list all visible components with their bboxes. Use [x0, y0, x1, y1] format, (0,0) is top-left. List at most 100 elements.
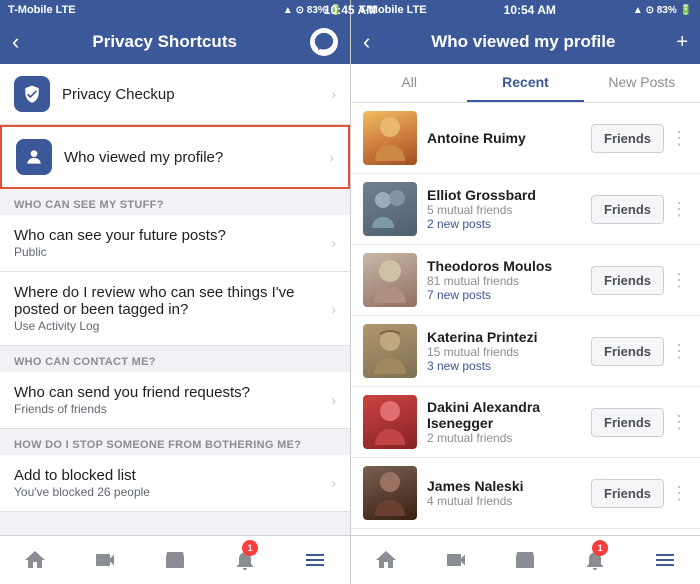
- back-button-left[interactable]: ‹: [12, 29, 19, 55]
- person-icon: [24, 147, 44, 167]
- marketplace-icon-left: [163, 548, 187, 572]
- tab-notifications-left[interactable]: 1: [210, 536, 280, 584]
- status-bar-left: T-Mobile LTE 10:45 AM ▲ ⊙ 83% 🔋: [0, 0, 350, 20]
- review-tagged-item[interactable]: Where do I review who can see things I'v…: [0, 272, 350, 346]
- profile-item-antoine: Antoine Ruimy Friends ⋮: [351, 103, 700, 174]
- friends-btn-antoine[interactable]: Friends: [591, 124, 664, 153]
- profile-tabs: All Recent New Posts: [351, 64, 700, 103]
- tab-bar-left: 1: [0, 535, 350, 584]
- friends-btn-james[interactable]: Friends: [591, 479, 664, 508]
- future-posts-subtitle: Public: [14, 245, 331, 259]
- blocked-list-item[interactable]: Add to blocked list You've blocked 26 pe…: [0, 455, 350, 512]
- nav-title-left: Privacy Shortcuts: [92, 32, 237, 52]
- profile-newposts-elliot: 2 new posts: [427, 217, 591, 231]
- tab-video-left[interactable]: [70, 536, 140, 584]
- friends-btn-dakini[interactable]: Friends: [591, 408, 664, 437]
- profile-icon: [16, 139, 52, 175]
- tab-marketplace-right[interactable]: [491, 536, 561, 584]
- dots-menu-elliot[interactable]: ⋮: [670, 199, 688, 220]
- dots-menu-dakini[interactable]: ⋮: [670, 412, 688, 433]
- future-posts-item[interactable]: Who can see your future posts? Public ›: [0, 215, 350, 272]
- privacy-checkup-item[interactable]: Privacy Checkup ›: [0, 64, 350, 125]
- tab-home-right[interactable]: [351, 536, 421, 584]
- profile-name-katerina: Katerina Printezi: [427, 329, 591, 345]
- katerina-silhouette: [370, 324, 410, 378]
- profile-name-theo: Theodoros Moulos: [427, 258, 591, 274]
- review-tagged-title: Where do I review who can see things I'v…: [14, 284, 331, 318]
- right-screen: T-Mobile LTE 10:54 AM ▲ ⊙ 83% 🔋 ‹ Who vi…: [350, 0, 700, 584]
- tab-menu-right[interactable]: [630, 536, 700, 584]
- nav-bar-right: ‹ Who viewed my profile +: [351, 20, 700, 64]
- left-screen: T-Mobile LTE 10:45 AM ▲ ⊙ 83% 🔋 ‹ Privac…: [0, 0, 350, 584]
- messenger-svg: [313, 31, 335, 53]
- avatar-katerina: [363, 324, 417, 378]
- james-silhouette: [370, 466, 410, 520]
- tab-marketplace-left[interactable]: [140, 536, 210, 584]
- shield-icon: [22, 84, 42, 104]
- theo-silhouette: [370, 253, 410, 307]
- plus-button[interactable]: +: [676, 31, 688, 54]
- tab-home-left[interactable]: [0, 536, 70, 584]
- avatar-antoine: [363, 111, 417, 165]
- who-viewed-item[interactable]: Who viewed my profile? ›: [0, 125, 350, 189]
- tab-video-right[interactable]: [421, 536, 491, 584]
- home-icon-right: [374, 548, 398, 572]
- section-header-contact: WHO CAN CONTACT ME?: [0, 346, 350, 372]
- dots-menu-antoine[interactable]: ⋮: [670, 128, 688, 149]
- time-left: 10:45 AM: [324, 3, 350, 17]
- tab-recent[interactable]: Recent: [467, 64, 583, 102]
- antoine-silhouette: [370, 111, 410, 165]
- time-right: 10:54 AM: [504, 3, 556, 17]
- future-posts-title: Who can see your future posts?: [14, 227, 331, 244]
- home-icon-left: [23, 548, 47, 572]
- profile-name-elliot: Elliot Grossbard: [427, 187, 591, 203]
- avatar-elliot: [363, 182, 417, 236]
- chevron-friend-requests: ›: [331, 392, 336, 408]
- tab-notifications-right[interactable]: 1: [560, 536, 630, 584]
- dots-menu-katerina[interactable]: ⋮: [670, 341, 688, 362]
- friends-btn-elliot[interactable]: Friends: [591, 195, 664, 224]
- avatar-theo: [363, 253, 417, 307]
- profile-mutual-katerina: 15 mutual friends: [427, 345, 591, 359]
- nav-title-right: Who viewed my profile: [431, 32, 615, 52]
- menu-icon-right: [653, 548, 677, 572]
- profile-item-efi: Efi Friends ⋮: [351, 529, 700, 535]
- section-header-see-stuff: WHO CAN SEE MY STUFF?: [0, 189, 350, 215]
- section-header-block: HOW DO I STOP SOMEONE FROM BOTHERING ME?: [0, 429, 350, 455]
- chevron-privacy: ›: [331, 86, 336, 102]
- profile-newposts-katerina: 3 new posts: [427, 359, 591, 373]
- profile-item-james: James Naleski 4 mutual friends Friends ⋮: [351, 458, 700, 529]
- who-viewed-label: Who viewed my profile?: [64, 149, 329, 166]
- chevron-review-tagged: ›: [331, 301, 336, 317]
- nav-bar-left: ‹ Privacy Shortcuts: [0, 20, 350, 64]
- profile-item-dakini: Dakini Alexandra Isenegger 2 mutual frie…: [351, 387, 700, 458]
- messenger-icon[interactable]: [310, 28, 338, 56]
- profile-item-elliot: Elliot Grossbard 5 mutual friends 2 new …: [351, 174, 700, 245]
- battery-right: ▲ ⊙ 83% 🔋: [633, 5, 692, 16]
- profile-item-theo: Theodoros Moulos 81 mutual friends 7 new…: [351, 245, 700, 316]
- status-bar-right: T-Mobile LTE 10:54 AM ▲ ⊙ 83% 🔋: [351, 0, 700, 20]
- blocked-list-title: Add to blocked list: [14, 467, 331, 484]
- privacy-checkup-label: Privacy Checkup: [62, 86, 331, 103]
- dots-menu-theo[interactable]: ⋮: [670, 270, 688, 291]
- privacy-icon: [14, 76, 50, 112]
- chevron-blocked: ›: [331, 475, 336, 491]
- profile-mutual-elliot: 5 mutual friends: [427, 203, 591, 217]
- tab-all[interactable]: All: [351, 64, 467, 102]
- profile-name-james: James Naleski: [427, 478, 591, 494]
- chevron-future-posts: ›: [331, 235, 336, 251]
- back-button-right[interactable]: ‹: [363, 29, 370, 55]
- carrier-left: T-Mobile LTE: [8, 4, 76, 16]
- profile-mutual-dakini: 2 mutual friends: [427, 431, 591, 445]
- elliot-silhouette: [370, 182, 410, 236]
- tab-menu-left[interactable]: [280, 536, 350, 584]
- avatar-james: [363, 466, 417, 520]
- video-icon-right: [444, 548, 468, 572]
- tab-new-posts[interactable]: New Posts: [584, 64, 700, 102]
- notif-badge-left: 1: [242, 540, 258, 556]
- friends-btn-katerina[interactable]: Friends: [591, 337, 664, 366]
- friend-requests-item[interactable]: Who can send you friend requests? Friend…: [0, 372, 350, 429]
- friend-requests-subtitle: Friends of friends: [14, 402, 331, 416]
- friends-btn-theo[interactable]: Friends: [591, 266, 664, 295]
- dots-menu-james[interactable]: ⋮: [670, 483, 688, 504]
